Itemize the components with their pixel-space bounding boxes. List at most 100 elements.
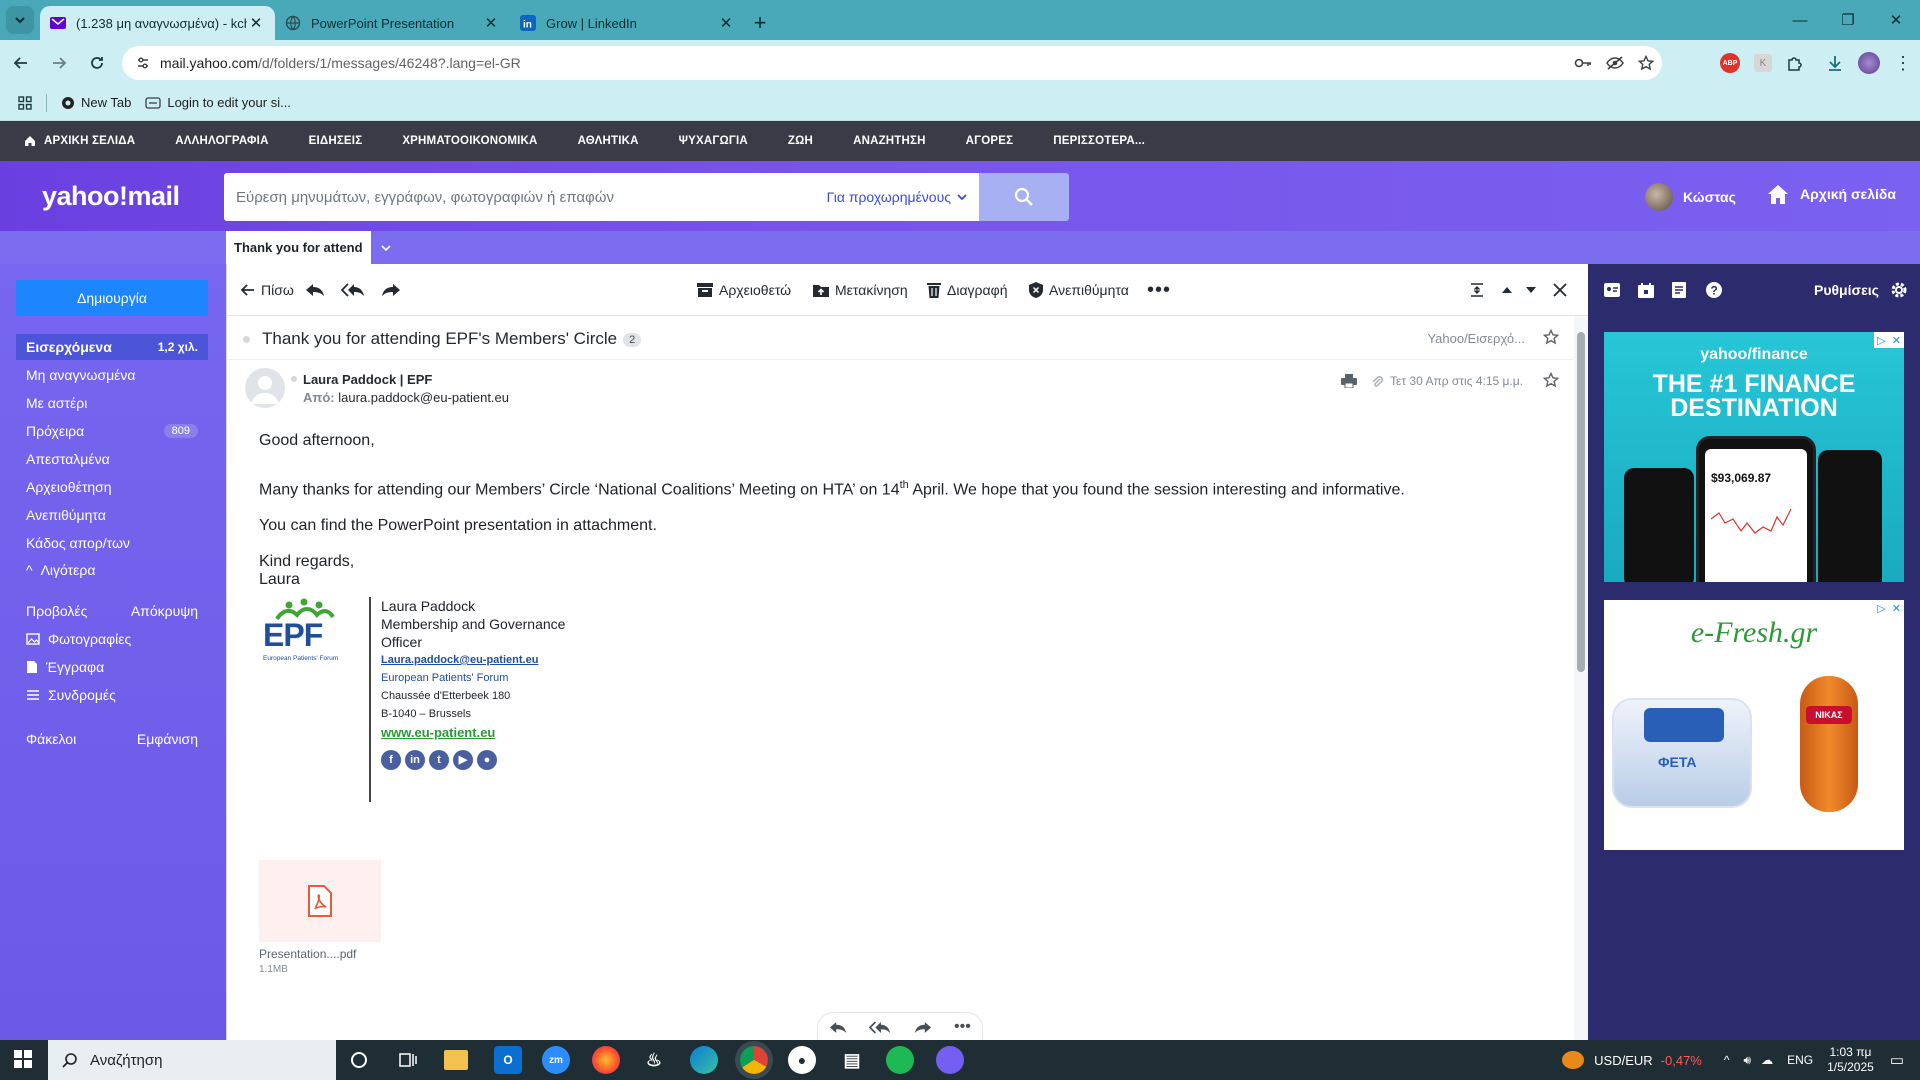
chatgpt-icon[interactable]: ● — [788, 1046, 816, 1074]
expand-button[interactable] — [1470, 264, 1484, 316]
signature-web-link[interactable]: www.eu-patient.eu — [381, 725, 495, 740]
language-indicator[interactable]: ENG — [1787, 1053, 1813, 1067]
compose-button[interactable]: Δημιουργία — [16, 280, 208, 316]
steam-icon[interactable]: ♨ — [640, 1046, 668, 1074]
home-link[interactable]: Αρχική σελίδα — [1766, 183, 1896, 205]
reply-button[interactable] — [305, 264, 325, 316]
star-icon[interactable] — [1638, 55, 1654, 71]
windows-start-icon[interactable] — [14, 1050, 32, 1068]
ynav-search[interactable]: ΑΝΑΖΗΤΗΣΗ — [853, 135, 926, 147]
twitter-icon[interactable]: t — [429, 750, 449, 770]
gear-icon[interactable] — [1890, 281, 1908, 299]
sender-avatar[interactable] — [245, 368, 285, 408]
key-icon[interactable] — [1574, 57, 1592, 69]
ynav-home[interactable]: ΑΡΧΙΚΗ ΣΕΛΙΔΑ — [24, 135, 135, 147]
ynav-shopping[interactable]: ΑΓΟΡΕΣ — [966, 135, 1014, 147]
tabs-dropdown-button[interactable] — [366, 231, 406, 264]
close-message-button[interactable] — [1553, 264, 1567, 316]
search-input[interactable]: Εύρεση μηνυμάτων, εγγράφων, φωτογραφιών … — [224, 173, 979, 221]
clock[interactable]: 1:03 πμ 1/5/2025 — [1827, 1045, 1874, 1075]
tab-linkedin[interactable]: in Grow | LinkedIn ✕ — [510, 6, 745, 40]
print-icon[interactable] — [1341, 374, 1357, 388]
address-bar[interactable]: mail.yahoo.com/d/folders/1/messages/4624… — [122, 46, 1662, 80]
settings-label[interactable]: Ρυθμίσεις — [1814, 282, 1879, 298]
zoom-icon[interactable]: zm — [542, 1046, 570, 1074]
volume-icon[interactable]: 🔊︎ — [1744, 1053, 1752, 1068]
notification-icon[interactable]: ▭ — [1890, 1051, 1904, 1069]
close-window-button[interactable]: ✕ — [1872, 0, 1920, 40]
help-icon[interactable]: ? — [1706, 282, 1722, 298]
ad-yahoo-finance[interactable]: ▷ ✕ yahoo/finance THE #1 FINANCE DESTINAT… — [1604, 332, 1904, 582]
signature-email-link[interactable]: Laura.paddock@eu-patient.eu — [381, 654, 538, 666]
reply-all-icon[interactable] — [869, 1020, 891, 1034]
show-folders-link[interactable]: Εμφάνιση — [137, 731, 198, 747]
menu-dots-icon[interactable]: ⋮ — [1894, 54, 1912, 72]
contacts-icon[interactable] — [1604, 283, 1620, 297]
next-message-button[interactable] — [1525, 264, 1537, 316]
more-actions-button[interactable]: ••• — [1147, 264, 1171, 316]
yahoo-mail-logo[interactable]: yahoo!mail — [42, 181, 180, 212]
reload-button[interactable] — [80, 46, 114, 80]
forward-icon[interactable] — [914, 1021, 932, 1034]
spotify-icon[interactable] — [886, 1046, 914, 1074]
search-button[interactable] — [979, 173, 1069, 221]
sidebar-item-archive[interactable]: Αρχειοθέτηση — [16, 474, 208, 500]
facebook-icon[interactable]: f — [381, 750, 401, 770]
currency-widget-icon[interactable] — [1562, 1051, 1585, 1069]
puzzle-icon[interactable] — [1786, 54, 1804, 72]
calendar-icon[interactable] — [1638, 282, 1654, 298]
file-explorer-icon[interactable] — [444, 1050, 468, 1070]
back-to-list-button[interactable]: Πίσω — [241, 264, 294, 316]
ynav-sports[interactable]: ΑΘΛΗΤΙΚΑ — [578, 135, 639, 147]
close-icon[interactable]: ✕ — [717, 14, 735, 32]
firefox-icon[interactable] — [592, 1046, 620, 1074]
outlook-icon[interactable]: O — [494, 1046, 522, 1074]
tab-search-button[interactable] — [6, 6, 34, 34]
restore-button[interactable]: ❐ — [1824, 0, 1872, 40]
open-message-tab[interactable]: Thank you for attend — [226, 231, 371, 264]
taskbar-search[interactable]: Αναζήτηση — [48, 1040, 336, 1080]
eye-off-icon[interactable] — [1606, 56, 1624, 70]
ynav-entertainment[interactable]: ΨΥΧΑΓΩΓΙΑ — [679, 135, 748, 147]
ynav-life[interactable]: ΖΩΗ — [788, 135, 813, 147]
bookmark-login[interactable]: Login to edit your si... — [145, 95, 291, 110]
sidebar-item-spam[interactable]: Ανεπιθύμητα — [16, 502, 208, 528]
extension-k-icon[interactable]: K — [1754, 54, 1772, 72]
scroll-thumb[interactable] — [1577, 332, 1585, 672]
forward-button[interactable] — [42, 46, 76, 80]
close-icon[interactable]: ✕ — [247, 14, 265, 32]
network-icon[interactable]: ☁︎ — [1761, 1053, 1773, 1067]
delete-button[interactable]: Διαγραφή — [927, 264, 1007, 316]
sidebar-item-photos[interactable]: Φωτογραφίες — [16, 626, 208, 652]
archive-button[interactable]: Αρχειοθετώ — [697, 264, 791, 316]
sidebar-item-unread[interactable]: Μη αναγνωσμένα — [16, 362, 208, 388]
user-menu[interactable]: Κώστας — [1645, 183, 1736, 211]
forward-button[interactable] — [381, 264, 401, 316]
new-tab-button[interactable]: + — [745, 6, 775, 40]
task-view-icon[interactable] — [394, 1046, 422, 1074]
close-icon[interactable]: ✕ — [1892, 602, 1901, 615]
hide-views-link[interactable]: Απόκρυψη — [131, 603, 198, 619]
reply-icon[interactable] — [829, 1021, 847, 1034]
folder-label[interactable]: Yahoo/Εισερχό... — [1427, 331, 1525, 346]
minimize-button[interactable]: — — [1776, 0, 1824, 40]
apps-grid-icon[interactable] — [18, 95, 32, 110]
edge-icon[interactable] — [690, 1046, 718, 1074]
star-icon[interactable] — [1543, 329, 1559, 345]
ynav-finance[interactable]: ΧΡΗΜΑΤΟΟΙΚΟΝΟΜΙΚΑ — [402, 135, 537, 147]
attachment-name[interactable]: Presentation....pdf — [259, 947, 356, 961]
ad-choices[interactable]: ▷ ✕ — [1874, 600, 1904, 616]
sidebar-item-trash[interactable]: Κάδος απορ/των — [16, 530, 208, 556]
chevron-up-icon[interactable]: ^ — [1724, 1053, 1730, 1067]
sidebar-item-starred[interactable]: Με αστέρι — [16, 390, 208, 416]
profile-avatar[interactable] — [1858, 52, 1880, 74]
cortana-icon[interactable] — [345, 1046, 373, 1074]
attachment-card[interactable] — [259, 860, 381, 942]
sidebar-item-sent[interactable]: Απεσταλμένα — [16, 446, 208, 472]
notepad-icon[interactable] — [1672, 282, 1686, 298]
advanced-search-button[interactable]: Για προχωρημένους — [827, 173, 967, 221]
linkedin-icon[interactable]: in — [405, 750, 425, 770]
move-button[interactable]: Μετακίνηση — [813, 264, 908, 316]
currency-pair[interactable]: USD/EUR — [1594, 1053, 1653, 1068]
viber-icon[interactable] — [936, 1046, 964, 1074]
